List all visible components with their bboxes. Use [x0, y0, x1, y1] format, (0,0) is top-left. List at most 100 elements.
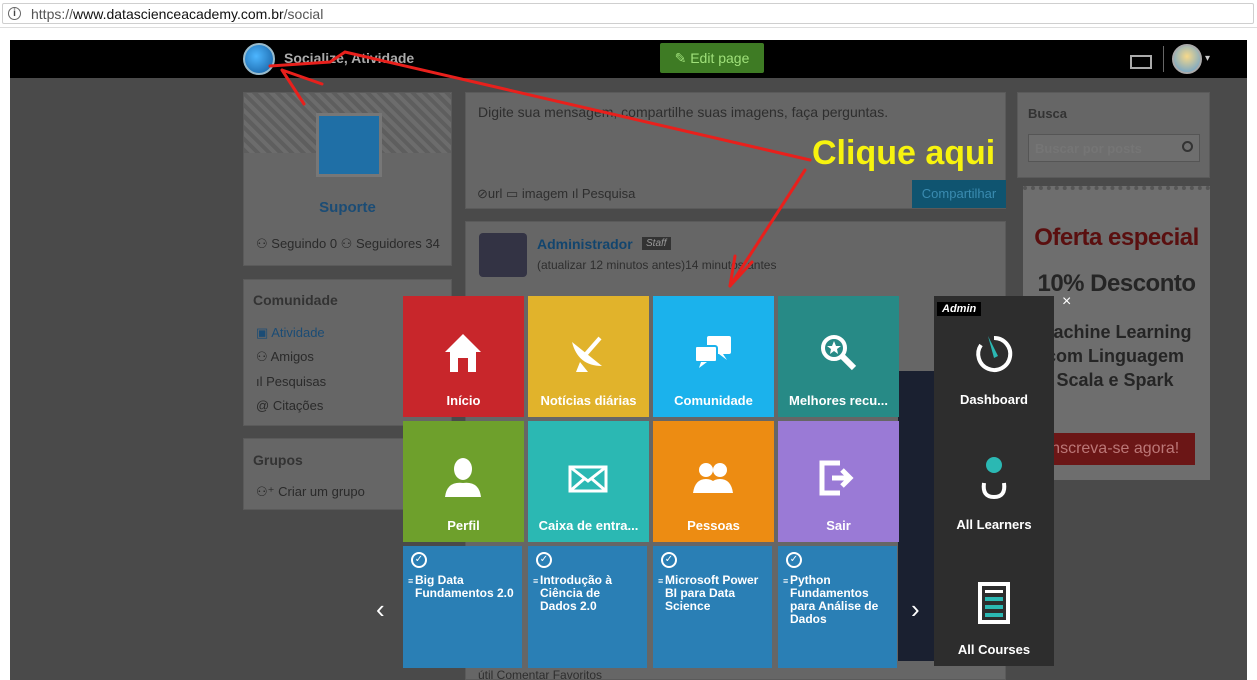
sidebar-item-label: Pesquisas: [266, 374, 327, 389]
search-star-icon: [821, 335, 857, 371]
menu-tile-noticias[interactable]: Notícias diárias: [528, 296, 649, 417]
profile-image[interactable]: [316, 113, 382, 177]
promo-title: Oferta especial: [1034, 224, 1199, 251]
admin-tile-label: All Learners: [956, 517, 1032, 532]
menu-tile-label: Início: [446, 393, 481, 408]
sidebar-item-friends[interactable]: ⚇ Amigos: [256, 349, 314, 365]
sidebar-item-mentions[interactable]: @ Citações: [256, 398, 323, 413]
menu-tile-label: Pessoas: [687, 518, 740, 533]
menu-tile-inicio[interactable]: Início: [403, 296, 524, 417]
post-placeholder[interactable]: Digite sua mensagem, compartilhe suas im…: [478, 104, 888, 120]
people-icon: [693, 463, 733, 493]
menu-lines-icon: ≡: [783, 576, 789, 586]
course-title: Introdução à Ciência de Dados 2.0: [540, 573, 613, 613]
image-action[interactable]: ▭ imagem: [506, 186, 568, 201]
chevron-down-icon[interactable]: ▾: [1205, 53, 1210, 64]
at-icon: @: [256, 398, 273, 413]
menu-tile-label: Caixa de entra...: [538, 518, 639, 533]
satellite-icon: [572, 336, 602, 372]
sidebar-item-label: Amigos: [270, 349, 314, 364]
carousel-next-button[interactable]: ›: [911, 594, 920, 625]
envelope-icon[interactable]: [1130, 55, 1152, 69]
nav-divider: [1163, 46, 1164, 72]
sidebar-item-polls[interactable]: ıl Pesquisas: [256, 374, 326, 389]
sidebar-item-activity[interactable]: ▣ Atividade: [256, 325, 325, 341]
check-circle-icon: ✓: [536, 552, 552, 568]
follow-stats: ⚇ Seguindo 0 ⚇ Seguidores 34: [256, 236, 440, 252]
add-group-icon: ⚇⁺: [256, 484, 279, 499]
share-button[interactable]: Compartilhar: [912, 180, 1006, 208]
following-count[interactable]: Seguindo 0: [271, 236, 337, 251]
app-logo-icon[interactable]: [243, 43, 275, 75]
menu-tile-comunidade[interactable]: Comunidade: [653, 296, 774, 417]
check-circle-icon: ✓: [411, 552, 427, 568]
followers-count[interactable]: Seguidores 34: [356, 236, 440, 251]
url-prefix: https://: [31, 6, 74, 22]
check-circle-icon: ✓: [661, 552, 677, 568]
sidebar-item-label: Citações: [272, 398, 324, 413]
carousel-prev-button[interactable]: ‹: [376, 594, 385, 625]
search-input[interactable]: [1028, 134, 1200, 162]
menu-lines-icon: ≡: [408, 576, 414, 586]
user-avatar[interactable]: [1172, 44, 1202, 74]
url-action[interactable]: ⊘url: [477, 186, 502, 201]
course-tile[interactable]: ✓ ≡ Python Fundamentos para Análise de D…: [778, 546, 897, 668]
menu-tile-caixa[interactable]: Caixa de entra...: [528, 421, 649, 542]
dashboard-icon: [976, 335, 1013, 372]
menu-lines-icon: ≡: [658, 576, 664, 586]
admin-tile-courses[interactable]: All Courses: [934, 546, 1054, 666]
promo-course: Machine Learning com Linguagem Scala e S…: [1038, 322, 1192, 390]
annotation-label: Clique aqui: [812, 134, 996, 172]
search-label: Busca: [1028, 106, 1068, 121]
admin-tile-learners[interactable]: All Learners: [934, 421, 1054, 541]
menu-lines-icon: ≡: [533, 576, 539, 586]
profile-name[interactable]: Suporte: [243, 199, 452, 216]
close-icon[interactable]: ×: [1062, 293, 1071, 311]
chat-icon: [694, 336, 731, 368]
person-icon: [445, 458, 481, 497]
poll-action[interactable]: ıl Pesquisa: [572, 186, 636, 201]
sidebar-item-label: Atividade: [271, 325, 325, 340]
feed-author[interactable]: Administrador: [537, 236, 633, 252]
image-icon: ▭: [505, 186, 522, 201]
menu-tile-label: Perfil: [447, 518, 480, 533]
author-avatar[interactable]: [479, 233, 527, 277]
community-heading: Comunidade: [253, 292, 338, 308]
menu-tile-pessoas[interactable]: Pessoas: [653, 421, 774, 542]
enroll-button[interactable]: Inscreva-se agora!: [1031, 433, 1195, 465]
create-group-label: Criar um grupo: [278, 484, 365, 499]
course-tile[interactable]: ✓ ≡ Introdução à Ciência de Dados 2.0: [528, 546, 647, 668]
groups-heading: Grupos: [253, 452, 303, 468]
url-domain: www.datascienceacademy.com.br: [73, 6, 284, 22]
staff-badge: Staff: [642, 237, 671, 250]
poll-icon: ıl: [571, 186, 582, 201]
menu-tile-melhores[interactable]: Melhores recu...: [778, 296, 899, 417]
menu-tile-sair[interactable]: Sair: [778, 421, 899, 542]
followers-icon: ⚇: [337, 236, 356, 251]
feed-timestamp: (atualizar 12 minutos antes)14 minutos a…: [537, 258, 777, 272]
url-field[interactable]: https://www.datascienceacademy.com.br/so…: [2, 3, 1254, 24]
friends-icon: ⚇: [256, 349, 271, 364]
course-tile[interactable]: ✓ ≡ Microsoft Power BI para Data Science: [653, 546, 772, 668]
top-navbar: [10, 40, 1247, 78]
check-circle-icon: ✓: [786, 552, 802, 568]
menu-tile-label: Sair: [826, 518, 851, 533]
nav-title: Socialize, Atividade: [284, 50, 415, 66]
menu-tile-perfil[interactable]: Perfil: [403, 421, 524, 542]
menu-tile-label: Comunidade: [674, 393, 753, 408]
promo-discount: 10% Desconto: [1037, 270, 1196, 297]
create-group-link[interactable]: ⚇⁺ Criar um grupo: [256, 484, 365, 500]
course-tile[interactable]: ✓ ≡ Big Data Fundamentos 2.0: [403, 546, 522, 668]
feed-footer-actions[interactable]: útil Comentar Favoritos: [478, 668, 602, 680]
info-icon[interactable]: i: [8, 7, 21, 20]
poll-action-label: Pesquisa: [581, 186, 636, 201]
url-action-label: url: [487, 186, 503, 201]
edit-page-label: Edit page: [690, 50, 750, 66]
learners-icon: [981, 457, 1007, 500]
edit-page-button[interactable]: ✎ Edit page: [660, 43, 764, 73]
search-icon[interactable]: [1182, 141, 1193, 152]
image-action-label: imagem: [521, 186, 569, 201]
courses-icon: [978, 582, 1010, 624]
mail-icon: [568, 465, 608, 493]
menu-tile-label: Melhores recu...: [789, 393, 888, 408]
